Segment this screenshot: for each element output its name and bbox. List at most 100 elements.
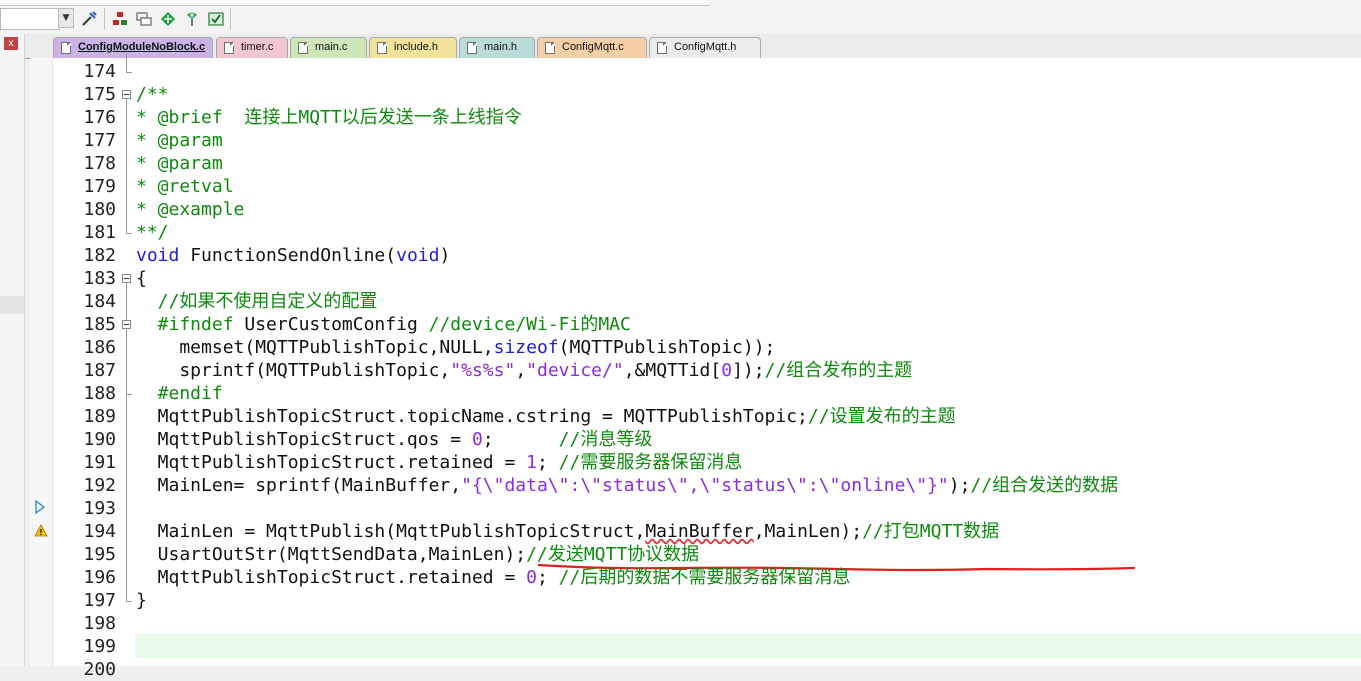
code-text: * @brief 连接上MQTT以后发送一条上线指令 (136, 106, 522, 129)
code-token: //组合发送的数据 (970, 475, 1119, 496)
code-text: MqttPublishTopicStruct.topicName.cstring… (136, 405, 956, 428)
code-line[interactable]: 192 MainLen= sprintf(MainBuffer,"{\"data… (30, 474, 1361, 497)
file-icon (298, 42, 308, 54)
code-editor[interactable]: 174 175/** 176 * @brief 连接上MQTT以后发送一条上线指令 17… (30, 53, 1361, 680)
code-token: 0 (526, 567, 537, 588)
tab-configmodulenoblock-c[interactable]: ConfigModuleNoBlock.c (53, 37, 213, 58)
code-token: #endif (136, 383, 223, 404)
code-line[interactable]: 188 #endif (30, 382, 1361, 405)
code-text: memset(MQTTPublishTopic,NULL,sizeof(MQTT… (136, 336, 775, 359)
code-line[interactable]: 174 (30, 60, 1361, 83)
file-icon (657, 42, 667, 54)
code-token: * @retval (136, 176, 234, 197)
code-token: ,MainLen); (753, 521, 863, 542)
tab-main-h[interactable]: main.h (459, 37, 535, 58)
code-line[interactable]: 177 * @param (30, 129, 1361, 152)
code-line[interactable]: 175/** (30, 83, 1361, 106)
tab-timer-c[interactable]: timer.c (216, 37, 288, 58)
code-token: (MQTTPublishTopic)); (558, 337, 776, 358)
code-line[interactable]: 178 * @param (30, 152, 1361, 175)
tab-include-h[interactable]: include.h (369, 37, 457, 58)
code-text: UsartOutStr(MqttSendData,MainLen);//发送MQ… (136, 543, 700, 566)
fold-guide-end (126, 394, 132, 395)
code-text: * @retval (136, 175, 234, 198)
code-token: * @example (136, 199, 245, 220)
code-token: sizeof (493, 337, 559, 358)
dropdown-icon[interactable]: ▼ (58, 8, 74, 28)
fold-guide (126, 329, 127, 394)
target-select[interactable] (0, 8, 60, 30)
code-text: MqttPublishTopicStruct.qos = 0; //消息等级 (136, 428, 653, 451)
tab-configmqtt-h[interactable]: ConfigMqtt.h (649, 37, 761, 58)
code-line[interactable]: 199 (30, 635, 1361, 658)
code-line[interactable]: 185 #ifndef UserCustomConfig //device/Wi… (30, 313, 1361, 336)
code-line[interactable]: 196 MqttPublishTopicStruct.retained = 0;… (30, 566, 1361, 589)
code-line[interactable]: 198 (30, 612, 1361, 635)
code-token: } (136, 590, 147, 611)
tab-main-c[interactable]: main.c (290, 37, 367, 58)
code-line[interactable]: 190 MqttPublishTopicStruct.qos = 0; //消息… (30, 428, 1361, 451)
code-token: MqttPublishTopicStruct.qos = (136, 429, 472, 450)
code-token: ); (948, 475, 971, 496)
code-line[interactable]: 182 void FunctionSendOnline(void) (30, 244, 1361, 267)
code-line[interactable]: 187 sprintf(MQTTPublishTopic,"%s%s","dev… (30, 359, 1361, 382)
module-icon[interactable] (110, 9, 130, 29)
code-line[interactable]: 191 MqttPublishTopicStruct.retained = 1;… (30, 451, 1361, 474)
window-stack-icon[interactable] (134, 9, 154, 29)
code-token: //如果不使用自定义的配置 (136, 291, 378, 312)
code-token: ,&MQTTid[ (623, 360, 722, 381)
code-line[interactable]: 200 (30, 658, 1361, 681)
code-text: #endif (136, 382, 223, 405)
code-token: , (515, 360, 527, 381)
code-token: UserCustomConfig (233, 314, 429, 335)
project-panel: x (0, 34, 25, 666)
diamond-icon[interactable] (158, 9, 178, 29)
code-token: MqttPublishTopicStruct.topicName.cstring… (136, 406, 808, 427)
code-line[interactable]: 186 memset(MQTTPublishTopic,NULL,sizeof(… (30, 336, 1361, 359)
code-line[interactable]: 195 UsartOutStr(MqttSendData,MainLen);//… (30, 543, 1361, 566)
code-text: #ifndef UserCustomConfig //device/Wi-Fi的… (136, 313, 631, 336)
fold-toggle-icon[interactable] (122, 274, 131, 283)
code-text: } (136, 589, 147, 612)
code-line[interactable]: 183{ (30, 267, 1361, 290)
tab-label: ConfigModuleNoBlock.c (78, 41, 206, 53)
code-token: "%s%s" (450, 360, 516, 381)
code-line[interactable]: 184 //如果不使用自定义的配置 (30, 290, 1361, 313)
code-token: ; (536, 567, 559, 588)
code-token: //组合发布的主题 (764, 360, 913, 381)
code-token: * @param (136, 153, 223, 174)
code-line[interactable]: 181 **/ (30, 221, 1361, 244)
code-token: memset(MQTTPublishTopic,NULL, (136, 337, 494, 358)
code-text: MqttPublishTopicStruct.retained = 1; //需… (136, 451, 743, 474)
code-token: MqttPublishTopicStruct.retained = (136, 567, 527, 588)
settings-check-icon[interactable] (206, 9, 226, 29)
panel-selection (0, 296, 24, 314)
code-token: 0 (471, 429, 483, 450)
tab-label: main.c (315, 41, 348, 53)
code-text: //如果不使用自定义的配置 (136, 290, 378, 313)
fold-guide-end (126, 601, 132, 602)
code-token: 1 (526, 452, 537, 473)
current-line-arrow-icon (35, 500, 45, 514)
pin-icon[interactable] (182, 9, 202, 29)
code-line[interactable]: 197} (30, 589, 1361, 612)
breakpoint-margin[interactable] (30, 58, 53, 666)
toolbar: ▼ (0, 0, 1361, 35)
code-text: MqttPublishTopicStruct.retained = 0; //后… (136, 566, 851, 589)
title-strip (0, 0, 710, 6)
code-token: MainLen = MqttPublish(MqttPublishTopicSt… (136, 521, 646, 542)
fold-toggle-icon[interactable] (122, 320, 131, 329)
close-icon[interactable]: x (4, 37, 18, 50)
code-line[interactable]: 194 MainLen = MqttPublish(MqttPublishTop… (30, 520, 1361, 543)
code-line[interactable]: 176 * @brief 连接上MQTT以后发送一条上线指令 (30, 106, 1361, 129)
code-text: MainLen= sprintf(MainBuffer,"{\"data\":\… (136, 474, 1118, 497)
build-tools-icon[interactable] (79, 9, 99, 29)
code-line[interactable]: 193 (30, 497, 1361, 520)
fold-guide-end (126, 233, 132, 234)
tab-configmqtt-c[interactable]: ConfigMqtt.c (537, 37, 647, 58)
code-line[interactable]: 179 * @retval (30, 175, 1361, 198)
tab-label: ConfigMqtt.c (562, 41, 624, 53)
code-line[interactable]: 180 * @example (30, 198, 1361, 221)
fold-toggle-icon[interactable] (122, 90, 131, 99)
code-line[interactable]: 189 MqttPublishTopicStruct.topicName.cst… (30, 405, 1361, 428)
